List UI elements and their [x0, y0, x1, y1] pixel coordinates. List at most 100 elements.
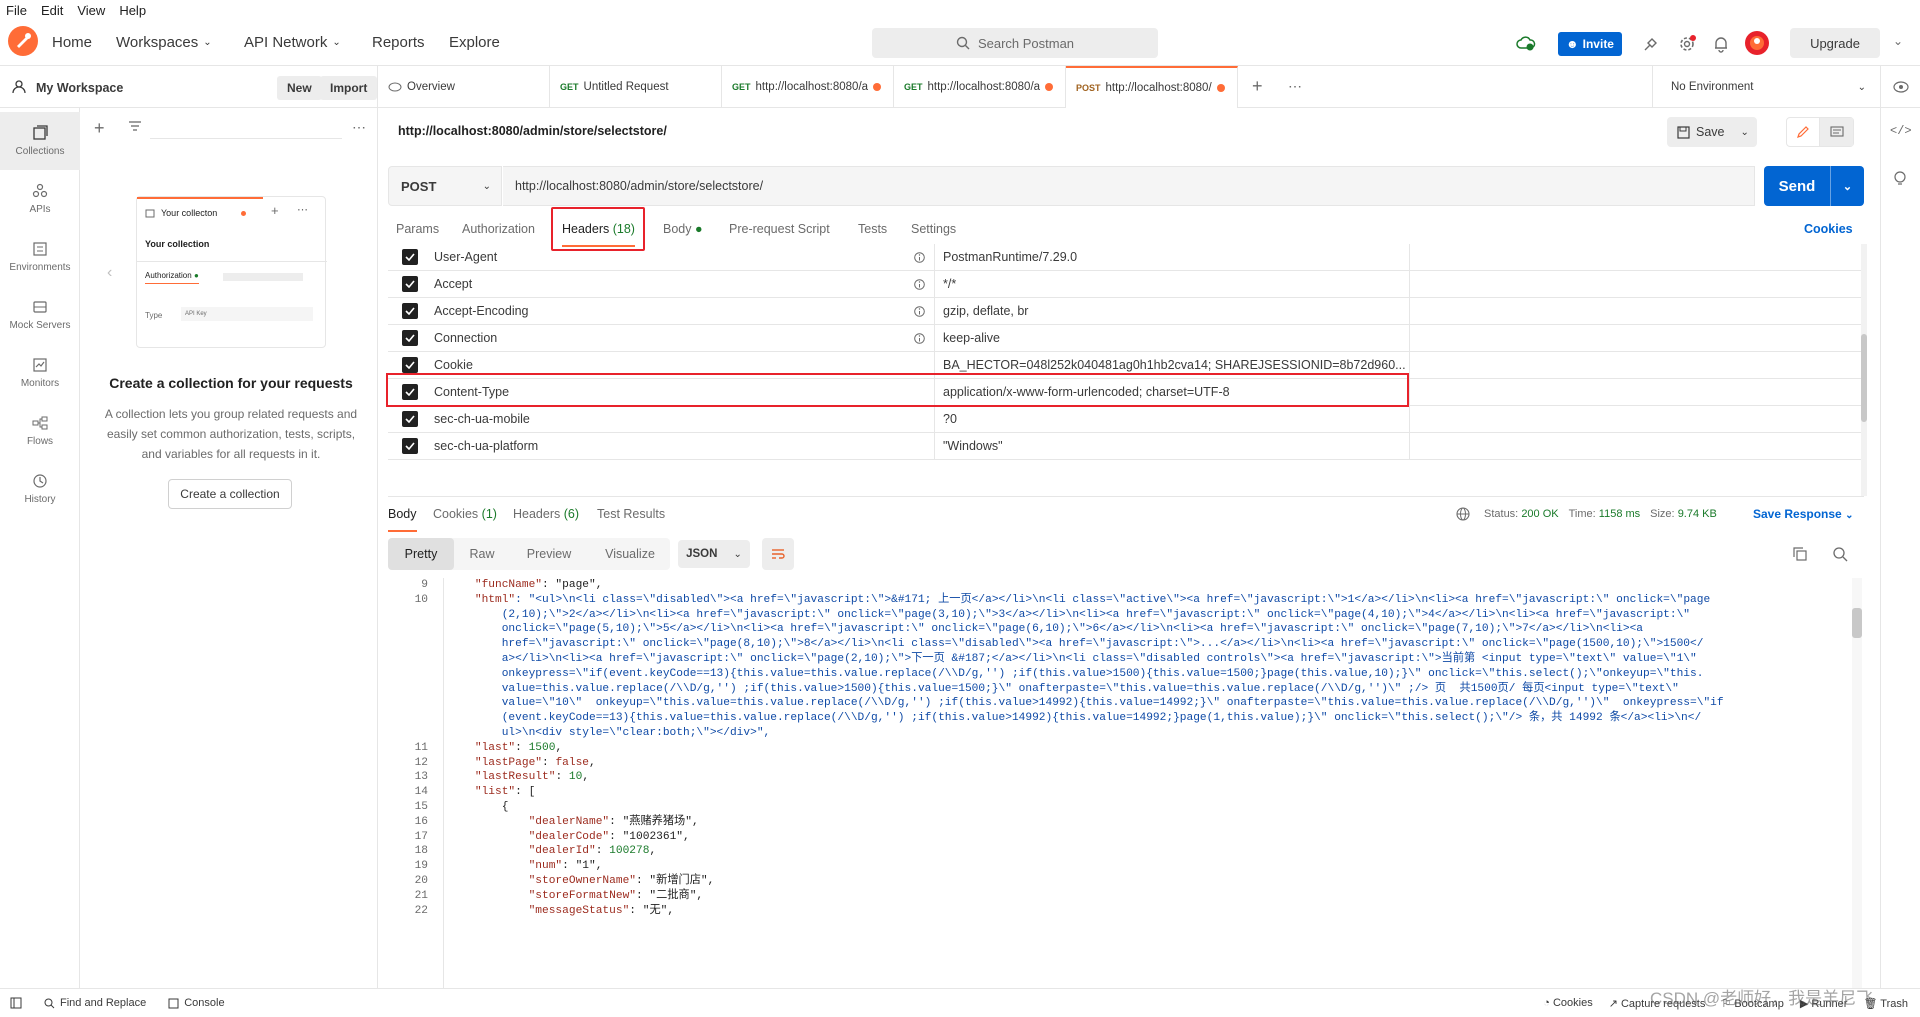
- postman-logo-icon[interactable]: [8, 26, 38, 56]
- headers-scrollbar[interactable]: [1861, 244, 1867, 496]
- menu-file[interactable]: File: [6, 3, 27, 18]
- sidebar-item-flows[interactable]: Flows: [0, 402, 80, 460]
- header-key[interactable]: Cookie: [434, 358, 904, 372]
- header-row[interactable]: Accept-Encoding gzip, deflate, br: [388, 297, 1864, 325]
- view-visualize[interactable]: Visualize: [594, 538, 666, 570]
- nav-explore[interactable]: Explore: [449, 34, 500, 51]
- lightbulb-icon[interactable]: [1893, 170, 1907, 188]
- pencil-icon[interactable]: [1787, 118, 1821, 146]
- tab-body[interactable]: Body ●: [663, 222, 703, 236]
- tab-params[interactable]: Params: [396, 222, 439, 236]
- sidebar-toggle-icon[interactable]: [10, 997, 22, 1009]
- edit-docs-toggle[interactable]: [1786, 117, 1854, 147]
- upgrade-button[interactable]: Upgrade: [1790, 28, 1880, 58]
- console-button[interactable]: Console: [168, 997, 225, 1009]
- sync-cloud-icon[interactable]: [1516, 35, 1536, 51]
- collections-search-input[interactable]: [150, 117, 342, 139]
- header-description[interactable]: [1409, 270, 1864, 298]
- nav-reports[interactable]: Reports: [372, 34, 425, 51]
- header-key[interactable]: sec-ch-ua-platform: [434, 439, 904, 453]
- header-value[interactable]: ?0: [934, 405, 1409, 433]
- sidebar-item-monitors[interactable]: Monitors: [0, 344, 80, 402]
- send-button[interactable]: Send ⌄: [1764, 166, 1864, 206]
- checkbox-checked-icon[interactable]: [402, 357, 418, 373]
- header-key[interactable]: sec-ch-ua-mobile: [434, 412, 904, 426]
- header-description[interactable]: [1409, 244, 1864, 271]
- tab-overview[interactable]: Overview: [378, 66, 550, 108]
- sidebar-item-collections[interactable]: Collections: [0, 112, 80, 170]
- save-button[interactable]: Save ⌄: [1667, 117, 1757, 147]
- header-value[interactable]: PostmanRuntime/7.29.0: [934, 244, 1409, 271]
- invite-button[interactable]: ☻ Invite: [1558, 32, 1622, 56]
- header-description[interactable]: [1409, 405, 1864, 433]
- header-description[interactable]: [1409, 324, 1864, 352]
- view-raw[interactable]: Raw: [456, 538, 508, 570]
- header-description[interactable]: [1409, 297, 1864, 325]
- view-pretty[interactable]: Pretty: [388, 538, 454, 570]
- search-input[interactable]: Search Postman: [872, 28, 1158, 58]
- request-title[interactable]: http://localhost:8080/admin/store/select…: [398, 124, 667, 138]
- tab-untitled-request[interactable]: GET Untitled Request: [550, 66, 722, 108]
- nav-api-network[interactable]: API Network ⌄: [244, 34, 341, 51]
- tab-prerequest-script[interactable]: Pre-request Script: [729, 222, 830, 236]
- code-snippet-icon[interactable]: </>: [1890, 124, 1912, 138]
- view-preview[interactable]: Preview: [514, 538, 584, 570]
- notification-bell-icon[interactable]: [1713, 35, 1729, 53]
- copy-icon[interactable]: [1792, 546, 1808, 562]
- checkbox-checked-icon[interactable]: [402, 330, 418, 346]
- header-row[interactable]: sec-ch-ua-mobile ?0: [388, 405, 1864, 433]
- workspace-name[interactable]: My Workspace: [36, 81, 123, 95]
- new-tab-plus-icon[interactable]: +: [1252, 76, 1263, 97]
- satellite-icon[interactable]: [1642, 35, 1660, 53]
- header-value[interactable]: "Windows": [934, 432, 1409, 460]
- time-meta[interactable]: Time: 1158 ms: [1569, 508, 1641, 520]
- menu-view[interactable]: View: [77, 3, 105, 18]
- resp-tab-test-results[interactable]: Test Results: [597, 507, 665, 521]
- avatar[interactable]: [1745, 31, 1769, 55]
- tab-get-request-1[interactable]: GET http://localhost:8080/a: [722, 66, 894, 108]
- tab-get-request-2[interactable]: GET http://localhost:8080/a: [894, 66, 1066, 108]
- resp-tab-headers[interactable]: Headers (6): [513, 507, 579, 521]
- header-description[interactable]: [1409, 378, 1864, 406]
- sidebar-item-apis[interactable]: APIs: [0, 170, 80, 228]
- checkbox-checked-icon[interactable]: [402, 303, 418, 319]
- comment-icon[interactable]: [1820, 118, 1853, 146]
- checkbox-checked-icon[interactable]: [402, 276, 418, 292]
- format-select[interactable]: JSON ⌄: [678, 540, 750, 568]
- import-button[interactable]: Import: [320, 76, 378, 100]
- header-row[interactable]: Accept */*: [388, 270, 1864, 298]
- sidebar-item-mock-servers[interactable]: Mock Servers: [0, 286, 80, 344]
- menu-edit[interactable]: Edit: [41, 3, 63, 18]
- tab-settings[interactable]: Settings: [911, 222, 956, 236]
- environment-eye-icon[interactable]: [1880, 66, 1920, 108]
- header-value[interactable]: */*: [934, 270, 1409, 298]
- menu-help[interactable]: Help: [119, 3, 146, 18]
- environment-select[interactable]: No Environment ⌄: [1652, 66, 1880, 108]
- chevron-down-icon[interactable]: ⌄: [1830, 166, 1864, 206]
- header-key[interactable]: User-Agent: [434, 250, 904, 264]
- globe-icon[interactable]: [1456, 507, 1470, 521]
- resp-tab-body[interactable]: Body: [388, 507, 417, 532]
- checkbox-checked-icon[interactable]: [402, 249, 418, 265]
- nav-home[interactable]: Home: [52, 34, 92, 51]
- header-row[interactable]: Connection keep-alive: [388, 324, 1864, 352]
- header-description[interactable]: [1409, 351, 1864, 379]
- tab-post-request-active[interactable]: POST http://localhost:8080/: [1066, 66, 1238, 108]
- cookies-link[interactable]: Cookies: [1804, 222, 1853, 236]
- tab-tests[interactable]: Tests: [858, 222, 887, 236]
- resp-tab-cookies[interactable]: Cookies (1): [433, 507, 497, 521]
- method-select[interactable]: POST ⌄: [388, 166, 502, 206]
- save-response-button[interactable]: Save Response ⌄: [1753, 507, 1853, 521]
- url-input[interactable]: http://localhost:8080/admin/store/select…: [503, 166, 1755, 206]
- nav-workspaces[interactable]: Workspaces ⌄: [116, 34, 212, 51]
- header-key[interactable]: Accept: [434, 277, 904, 291]
- search-response-icon[interactable]: [1832, 546, 1848, 562]
- checkbox-checked-icon[interactable]: [402, 411, 418, 427]
- sidebar-item-environments[interactable]: Environments: [0, 228, 80, 286]
- find-replace-button[interactable]: Find and Replace: [44, 997, 146, 1009]
- header-description[interactable]: [1409, 432, 1864, 460]
- sidebar-item-history[interactable]: History: [0, 460, 80, 518]
- header-row[interactable]: sec-ch-ua-platform "Windows": [388, 432, 1864, 460]
- cookies-status-button[interactable]: ◔ Cookies: [1543, 997, 1592, 1009]
- create-collection-button[interactable]: Create a collection: [168, 479, 292, 509]
